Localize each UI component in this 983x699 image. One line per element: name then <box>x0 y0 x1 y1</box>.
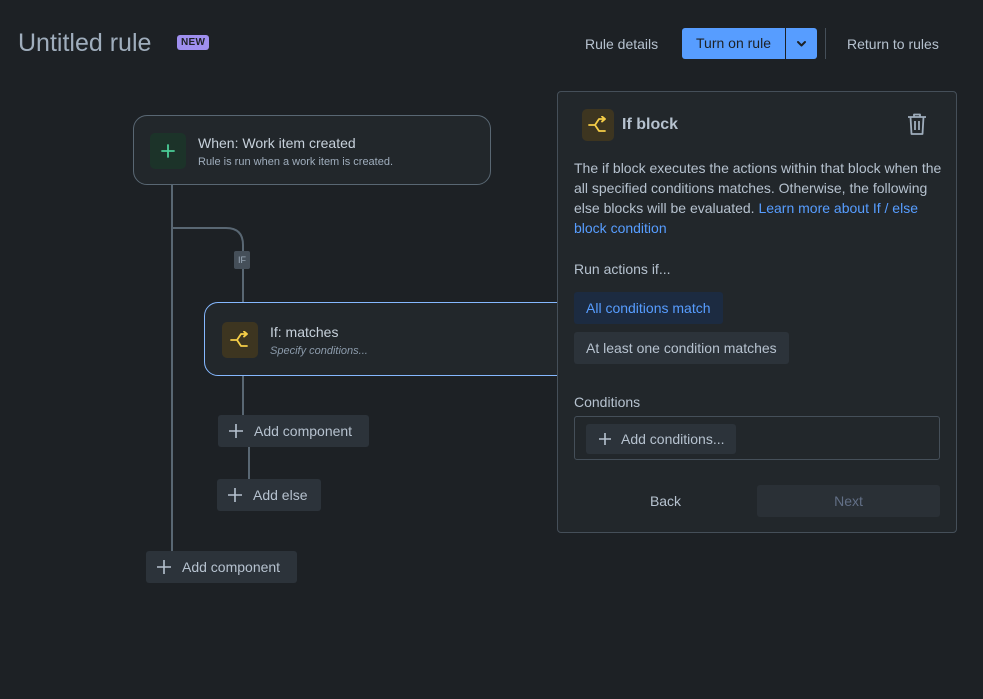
add-conditions-button[interactable]: Add conditions... <box>586 424 736 454</box>
page-title: Untitled rule <box>18 29 152 57</box>
next-button[interactable]: Next <box>757 485 940 517</box>
add-component-outer-button[interactable]: Add component <box>146 551 297 583</box>
add-component-inner-label: Add component <box>254 423 353 439</box>
plus-icon <box>161 144 175 158</box>
plus-icon <box>157 560 171 574</box>
conditions-label: Conditions <box>574 394 641 410</box>
trigger-title: When: Work item created <box>198 135 356 151</box>
flow-line-if-down <box>242 376 244 416</box>
add-else-button[interactable]: Add else <box>217 479 321 511</box>
panel-icon-box <box>582 109 614 141</box>
header-divider <box>825 28 826 59</box>
add-else-label: Add else <box>253 487 308 503</box>
branch-icon <box>588 116 606 132</box>
if-block-card[interactable]: If: matches Specify conditions... <box>204 302 574 376</box>
if-block-subtitle: Specify conditions... <box>270 345 368 357</box>
turn-on-rule-menu-button[interactable] <box>786 28 817 59</box>
add-component-inner-button[interactable]: Add component <box>218 415 369 447</box>
back-button[interactable]: Back <box>574 485 757 517</box>
new-badge: NEW <box>177 35 210 50</box>
trigger-icon-box <box>150 133 186 169</box>
if-block-title: If: matches <box>270 324 339 340</box>
run-actions-label: Run actions if... <box>574 261 671 277</box>
conditions-box: Add conditions... <box>574 416 940 460</box>
trigger-subtitle: Rule is run when a work item is created. <box>198 156 394 168</box>
plus-icon <box>228 488 242 502</box>
panel-description: The if block executes the actions within… <box>574 158 944 238</box>
add-component-outer-label: Add component <box>182 559 281 575</box>
rule-details-button[interactable]: Rule details <box>575 28 668 60</box>
turn-on-rule-button[interactable]: Turn on rule <box>682 28 785 59</box>
if-icon-box <box>222 322 258 358</box>
return-to-rules-button[interactable]: Return to rules <box>837 28 949 60</box>
add-conditions-label: Add conditions... <box>621 431 725 447</box>
chevron-down-icon <box>797 41 806 47</box>
plus-icon <box>229 424 243 438</box>
panel-title: If block <box>622 116 679 133</box>
option-all-conditions-match[interactable]: All conditions match <box>574 292 723 324</box>
option-at-least-one-condition[interactable]: At least one condition matches <box>574 332 789 364</box>
branch-icon <box>230 331 248 347</box>
if-block-panel: If block The if block executes the actio… <box>557 91 957 533</box>
flow-line-else <box>248 447 250 480</box>
trigger-card[interactable]: When: Work item created Rule is run when… <box>133 115 491 185</box>
trash-icon[interactable] <box>906 112 928 136</box>
plus-icon <box>599 433 611 445</box>
if-tag: IF <box>234 251 250 269</box>
